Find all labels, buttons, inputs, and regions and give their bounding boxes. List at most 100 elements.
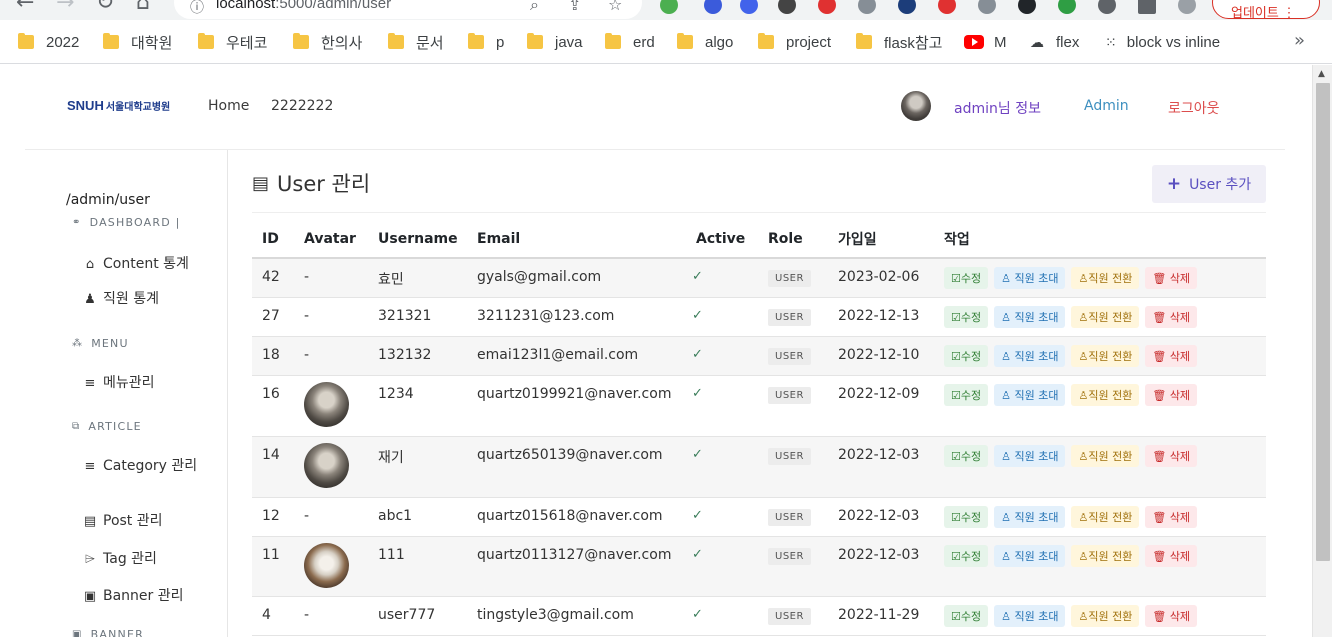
bookmark-flex[interactable]: ☁ flex: [1030, 33, 1079, 51]
invite-staff-button[interactable]: ♙ 직원 초대: [994, 505, 1066, 528]
share-icon[interactable]: ⇪: [568, 0, 581, 14]
address-bar[interactable]: ⓘ localhost:5000/admin/user ⌕ ⇪ ☆: [174, 0, 642, 19]
admin-link[interactable]: Admin: [1084, 98, 1129, 114]
edit-button[interactable]: ☑수정: [944, 344, 989, 367]
column-header-active[interactable]: Active: [686, 220, 758, 259]
convert-staff-button[interactable]: ♙직원 전환: [1071, 544, 1140, 567]
bookmark-algo[interactable]: algo: [677, 33, 733, 51]
extension-icon[interactable]: [660, 0, 678, 14]
site-info-icon[interactable]: ⓘ: [190, 0, 204, 17]
extension-icon[interactable]: [1018, 0, 1036, 14]
invite-staff-button[interactable]: ♙ 직원 초대: [994, 267, 1066, 289]
convert-staff-button[interactable]: ♙직원 전환: [1071, 344, 1140, 367]
extension-icon[interactable]: [938, 0, 956, 14]
edit-button[interactable]: ☑수정: [944, 444, 989, 467]
bookmark-grad-school[interactable]: 대학원: [103, 33, 172, 52]
sidebar-item-staff-stats[interactable]: ♟ 직원 통계: [82, 289, 202, 310]
delete-button[interactable]: 🗑 삭제: [1145, 544, 1198, 567]
bookmark-2022[interactable]: 2022: [18, 33, 79, 51]
edit-icon: ☑: [951, 272, 961, 285]
bookmark-star-icon[interactable]: ☆: [608, 0, 622, 14]
reload-icon[interactable]: ↻: [96, 0, 114, 15]
delete-button[interactable]: 🗑 삭제: [1145, 505, 1198, 528]
delete-button[interactable]: 🗑 삭제: [1145, 305, 1198, 328]
role-badge: USER: [768, 386, 811, 404]
column-header-joined[interactable]: 가입일: [828, 220, 934, 259]
bookmark-java[interactable]: java: [527, 33, 583, 51]
column-header-username[interactable]: Username: [368, 220, 467, 259]
brand-logo[interactable]: SNUH 서울대학교병원: [67, 98, 170, 113]
convert-staff-button[interactable]: ♙직원 전환: [1071, 267, 1140, 289]
side-panel-icon[interactable]: [1138, 0, 1156, 14]
update-button[interactable]: 업데이트 ⋮: [1212, 0, 1320, 20]
forward-arrow-icon[interactable]: →: [56, 0, 74, 15]
column-header-avatar[interactable]: Avatar: [294, 220, 368, 259]
column-header-id[interactable]: ID: [252, 220, 294, 259]
invite-staff-button[interactable]: ♙ 직원 초대: [994, 544, 1066, 567]
extension-icon[interactable]: [1058, 0, 1076, 14]
edit-button[interactable]: ☑수정: [944, 267, 989, 289]
add-user-button[interactable]: + User 추가: [1152, 165, 1266, 203]
edit-button[interactable]: ☑수정: [944, 305, 989, 328]
gear-icon[interactable]: [978, 0, 996, 14]
edit-button[interactable]: ☑수정: [944, 505, 989, 528]
sidebar-item-tag-manage[interactable]: ⌲ Tag 관리: [82, 549, 202, 570]
logout-link[interactable]: 로그아웃: [1168, 98, 1220, 118]
invite-staff-button[interactable]: ♙ 직원 초대: [994, 344, 1066, 367]
invite-staff-button[interactable]: ♙ 직원 초대: [994, 444, 1066, 467]
convert-staff-button[interactable]: ♙직원 전환: [1071, 505, 1140, 528]
column-header-email[interactable]: Email: [467, 220, 686, 259]
sidebar-item-banner-manage[interactable]: ▣ Banner 관리: [82, 586, 202, 607]
extension-icon[interactable]: [898, 0, 916, 14]
extension-icon[interactable]: [778, 0, 796, 14]
delete-button[interactable]: 🗑 삭제: [1145, 267, 1198, 289]
delete-button[interactable]: 🗑 삭제: [1145, 604, 1198, 627]
bookmark-erd[interactable]: erd: [605, 33, 655, 51]
more-bookmarks-icon[interactable]: »: [1294, 30, 1305, 51]
edit-button[interactable]: ☑수정: [944, 383, 989, 406]
extension-icon[interactable]: [858, 0, 876, 14]
zoom-search-icon[interactable]: ⌕: [530, 0, 539, 15]
profile-avatar-icon[interactable]: [1178, 0, 1196, 14]
page-scrollbar[interactable]: ▲: [1312, 65, 1332, 637]
bookmark-project[interactable]: project: [758, 33, 831, 51]
extension-icon[interactable]: [704, 0, 722, 14]
back-arrow-icon[interactable]: ←: [16, 0, 34, 15]
scrollbar-thumb[interactable]: [1316, 83, 1330, 561]
bookmark-block-vs-inline[interactable]: ⁙ block vs inline: [1105, 33, 1220, 51]
bookmark-p[interactable]: p: [468, 33, 504, 51]
sidebar-item-menu-manage[interactable]: ≡ 메뉴관리: [82, 373, 202, 394]
sidebar-item-category-manage[interactable]: ≡ Category 관리: [82, 456, 202, 477]
bookmark-flask[interactable]: flask참고: [856, 33, 942, 52]
bookmark-woowa[interactable]: 우테코: [198, 33, 267, 52]
edit-button[interactable]: ☑수정: [944, 604, 989, 627]
table-header-row: ID Avatar Username Email Active Role 가입일…: [252, 220, 1266, 259]
user-info-link[interactable]: admin님 정보: [954, 98, 1041, 118]
sidebar-item-content-stats[interactable]: ⌂ Content 통계: [82, 254, 202, 275]
puzzle-icon[interactable]: [1098, 0, 1116, 14]
edit-button[interactable]: ☑수정: [944, 544, 989, 567]
delete-button[interactable]: 🗑 삭제: [1145, 383, 1198, 406]
convert-staff-button[interactable]: ♙직원 전환: [1071, 383, 1140, 406]
bookmark-doctor[interactable]: 한의사: [293, 33, 362, 52]
avatar[interactable]: [901, 91, 931, 121]
delete-button[interactable]: 🗑 삭제: [1145, 344, 1198, 367]
sidebar-item-post-manage[interactable]: ▤ Post 관리: [82, 511, 202, 532]
convert-staff-button[interactable]: ♙직원 전환: [1071, 305, 1140, 328]
scroll-up-arrow-icon[interactable]: ▲: [1318, 69, 1325, 79]
extension-icon[interactable]: [740, 0, 758, 14]
nav-second-link[interactable]: 2222222: [271, 98, 333, 114]
home-icon[interactable]: ⌂: [136, 0, 150, 15]
convert-staff-button[interactable]: ♙직원 전환: [1071, 604, 1140, 627]
invite-staff-button[interactable]: ♙ 직원 초대: [994, 383, 1066, 406]
bookmark-m[interactable]: M: [964, 33, 1007, 51]
invite-staff-button[interactable]: ♙ 직원 초대: [994, 604, 1066, 627]
bookmark-docs[interactable]: 문서: [388, 33, 444, 52]
nav-home-link[interactable]: Home: [208, 98, 249, 114]
edit-icon: ☑: [951, 510, 961, 524]
column-header-role[interactable]: Role: [758, 220, 828, 259]
invite-staff-button[interactable]: ♙ 직원 초대: [994, 305, 1066, 328]
delete-button[interactable]: 🗑 삭제: [1145, 444, 1198, 467]
convert-staff-button[interactable]: ♙직원 전환: [1071, 444, 1140, 467]
extension-icon[interactable]: [818, 0, 836, 14]
